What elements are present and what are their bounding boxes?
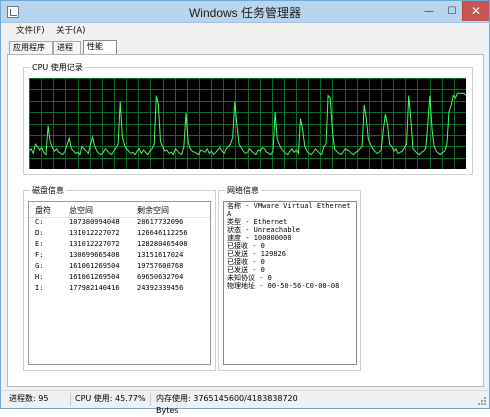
- drive-letter: H:: [35, 273, 44, 281]
- free-space: 13151617024: [137, 251, 184, 259]
- drive-letter: E:: [35, 240, 44, 248]
- network-line-speed: 速度 - 100000000: [227, 234, 292, 242]
- table-row[interactable]: C: 107380994048 28617732096: [29, 218, 210, 229]
- network-line-name: 名称 - VMware Virtual Ethernet A: [227, 202, 351, 218]
- disk-table-header: 盘符 总空间 剩余空间: [29, 202, 210, 218]
- resize-grip-icon[interactable]: [477, 396, 487, 406]
- free-space: 28617732096: [137, 218, 184, 226]
- status-bar: 进程数: 95 CPU 使用: 45.77% 内存使用: 3765145600/…: [1, 390, 489, 415]
- cpu-history-label: CPU 使用记录: [30, 62, 85, 73]
- drive-letter: D:: [35, 229, 44, 237]
- free-space: 126646112256: [137, 229, 188, 237]
- drive-letter: I:: [35, 284, 44, 292]
- free-space: 69650632704: [137, 273, 184, 281]
- cpu-history-graph: [28, 78, 467, 170]
- total-space: 177982140416: [69, 284, 120, 292]
- free-space: 24392339456: [137, 284, 184, 292]
- network-line-status: 状态 - Unreachable: [227, 226, 301, 234]
- disk-info-label: 磁盘信息: [30, 185, 66, 196]
- table-row[interactable]: H: 161061269504 69650632704: [29, 273, 210, 284]
- status-cpu-usage: CPU 使用: 45.77%: [73, 393, 151, 406]
- network-line-unknown-protocol: 未知协议 - 0: [227, 274, 272, 282]
- status-memory-usage: 内存使用: 3765145600/4183838720 Bytes: [156, 394, 298, 415]
- network-info-label: 网络信息: [225, 185, 261, 196]
- disk-table[interactable]: 盘符 总空间 剩余空间 C: 107380994048 28617732096 …: [28, 201, 211, 365]
- table-row[interactable]: D: 131012227072 126646112256: [29, 229, 210, 240]
- total-space: 131012227072: [69, 229, 120, 237]
- window-title: Windows 任务管理器: [188, 6, 301, 20]
- total-space: 107380994048: [69, 218, 120, 226]
- network-line-received: 已接收 - 0: [227, 242, 265, 250]
- table-row[interactable]: I: 177982140416 24392339456: [29, 284, 210, 295]
- total-space: 161061269504: [69, 273, 120, 281]
- free-space: 128280465408: [137, 240, 188, 248]
- tab-performance[interactable]: 性能: [83, 40, 117, 55]
- drive-letter: G:: [35, 262, 44, 270]
- table-row[interactable]: E: 131012227072 128280465408: [29, 240, 210, 251]
- network-line-mac: 物理地址 - 00-50-56-C0-00-08: [227, 282, 340, 290]
- task-manager-window: Windows 任务管理器 — ☐ ✕ 文件(F) 关于(A) 应用程序 进程 …: [0, 0, 490, 415]
- menu-about[interactable]: 关于(A): [56, 24, 85, 36]
- network-line-sent: 已发送 - 129826: [227, 250, 286, 258]
- menu-file[interactable]: 文件(F): [16, 24, 45, 36]
- network-line-type: 类型 - Ethernet: [227, 218, 288, 226]
- table-row[interactable]: F: 130699665408 13151617024: [29, 251, 210, 262]
- status-process-count: 进程数: 95: [7, 393, 71, 406]
- network-info-group: 网络信息 名称 - VMware Virtual Ethernet A 类型 -…: [218, 185, 361, 371]
- performance-panel: CPU 使用记录 磁盘信息 盘符 总空间 剩余空间 C: 10738099404…: [7, 54, 484, 387]
- header-total: 总空间: [69, 206, 93, 215]
- drive-letter: C:: [35, 218, 44, 226]
- maximize-button[interactable]: ☐: [441, 1, 463, 21]
- free-space: 19757600768: [137, 262, 184, 270]
- total-space: 161061269504: [69, 262, 120, 270]
- network-line-sent-2: 已发送 - 0: [227, 266, 265, 274]
- table-row[interactable]: G: 161061269504 19757600768: [29, 262, 210, 273]
- minimize-button[interactable]: —: [417, 1, 441, 21]
- drive-letter: F:: [35, 251, 44, 259]
- tab-applications[interactable]: 应用程序: [9, 41, 53, 55]
- cpu-history-chart: [28, 78, 467, 170]
- total-space: 131012227072: [69, 240, 120, 248]
- cpu-usage-line: [28, 92, 467, 156]
- menu-bar: 文件(F) 关于(A): [2, 23, 488, 38]
- network-line-received-2: 已接收 - 0: [227, 258, 265, 266]
- cpu-history-group: CPU 使用记录: [23, 62, 473, 175]
- disk-info-group: 磁盘信息 盘符 总空间 剩余空间 C: 107380994048 2861773…: [23, 185, 216, 371]
- close-button[interactable]: ✕: [462, 1, 489, 21]
- title-bar[interactable]: Windows 任务管理器 — ☐ ✕: [1, 1, 489, 23]
- header-free: 剩余空间: [137, 206, 169, 215]
- header-drive: 盘符: [35, 206, 51, 215]
- tab-processes[interactable]: 进程: [53, 41, 81, 55]
- total-space: 130699665408: [69, 251, 120, 259]
- network-info-text[interactable]: 名称 - VMware Virtual Ethernet A 类型 - Ethe…: [223, 201, 357, 365]
